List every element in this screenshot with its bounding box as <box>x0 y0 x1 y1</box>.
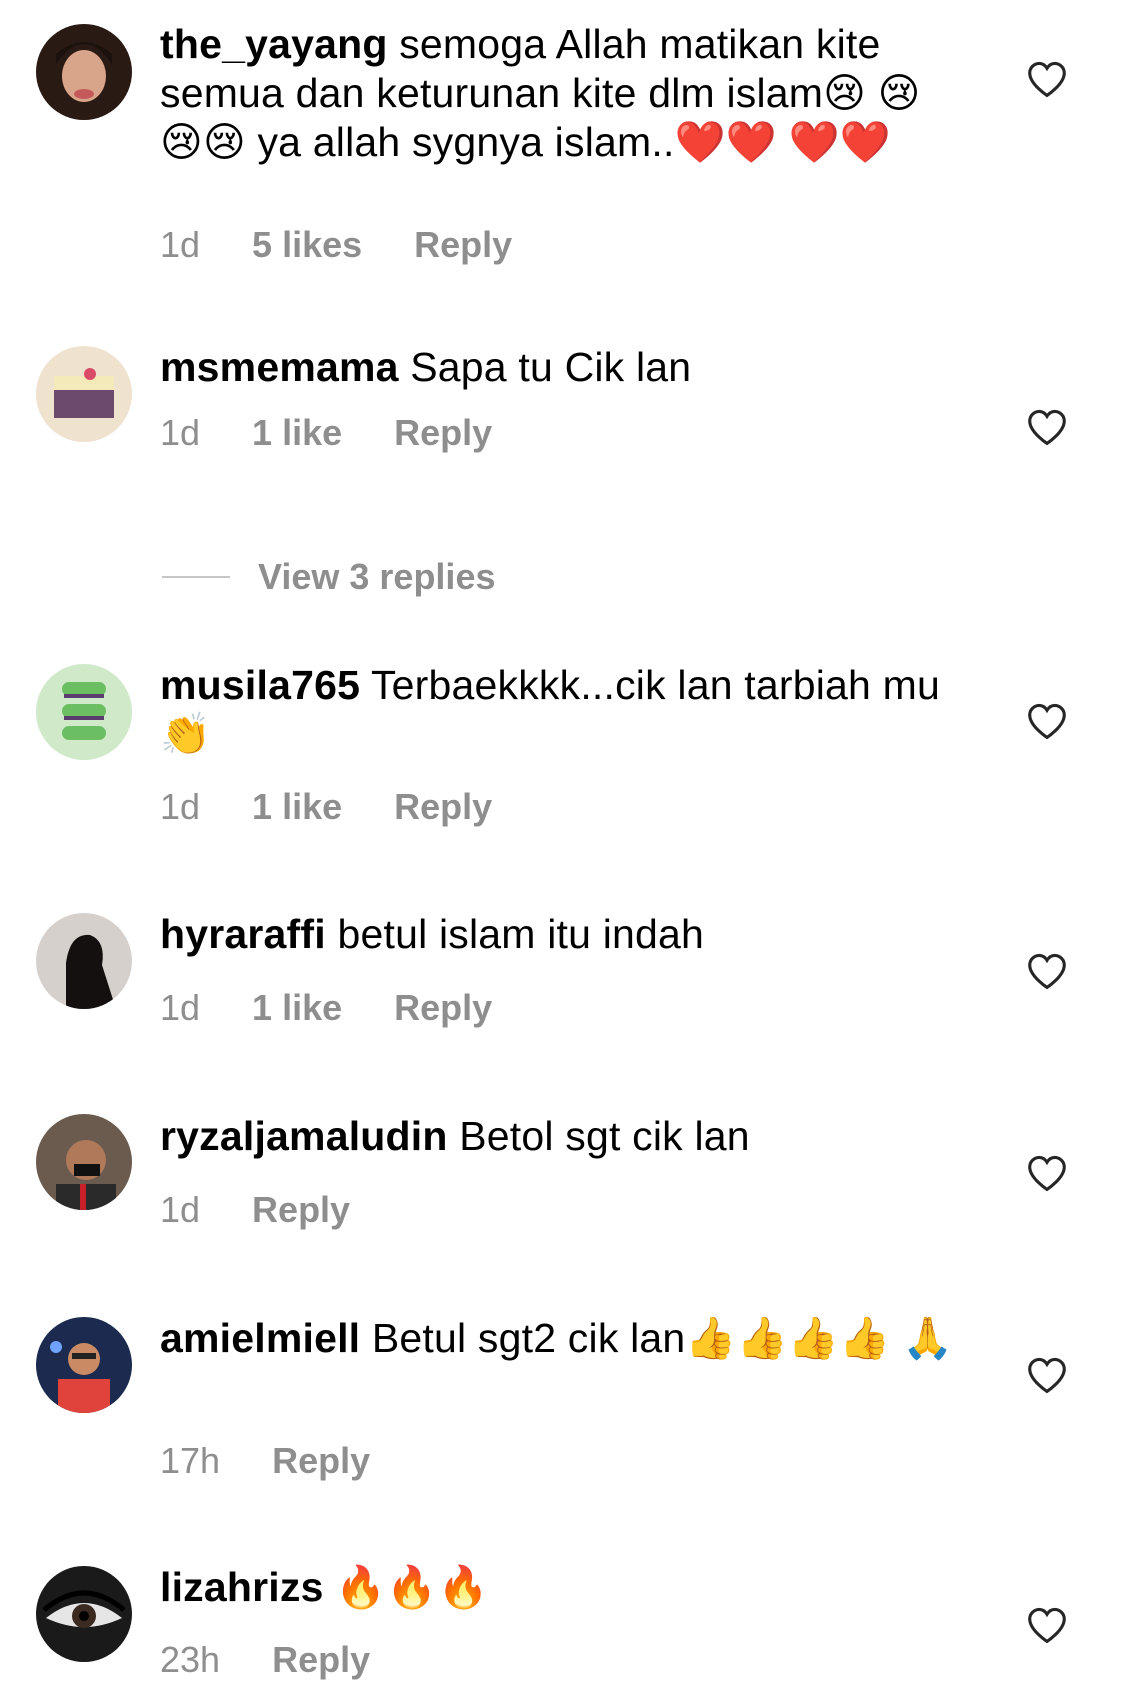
avatar[interactable] <box>36 24 132 120</box>
comment-body: 🔥🔥🔥 <box>335 1564 489 1610</box>
like-heart-icon[interactable] <box>1026 702 1068 740</box>
comment-time: 1d <box>160 1189 201 1230</box>
reply-button[interactable]: Reply <box>394 412 492 454</box>
comment-meta: 1d 5 likes Reply <box>160 224 960 266</box>
comment-username[interactable]: lizahrizs <box>160 1564 324 1610</box>
view-replies-label: View 3 replies <box>258 556 496 597</box>
like-heart-icon[interactable] <box>1026 1356 1068 1394</box>
comment-likes[interactable]: 1 like <box>252 987 342 1029</box>
reply-button[interactable]: Reply <box>394 786 492 828</box>
avatar[interactable] <box>36 346 132 442</box>
comment-meta: 17h Reply <box>160 1440 960 1482</box>
comment-text: musila765 Terbaekkkk...cik lan tarbiah m… <box>160 661 960 759</box>
reply-button[interactable]: Reply <box>272 1440 370 1482</box>
comment-body: Betol sgt cik lan <box>459 1113 750 1159</box>
reply-button[interactable]: Reply <box>272 1639 370 1681</box>
comment-username[interactable]: ryzaljamaludin <box>160 1113 448 1159</box>
comment-username[interactable]: the_yayang <box>160 21 388 67</box>
comment-username[interactable]: amielmiell <box>160 1315 360 1361</box>
comment-text: lizahrizs 🔥🔥🔥 <box>160 1563 960 1612</box>
comment-meta: 23h Reply <box>160 1639 960 1681</box>
comment-meta: 1d 1 like Reply <box>160 412 960 454</box>
comment-time: 1d <box>160 987 201 1028</box>
like-heart-icon[interactable] <box>1026 1606 1068 1644</box>
comment-time: 1d <box>160 224 201 265</box>
like-heart-icon[interactable] <box>1026 60 1068 98</box>
comment-text: amielmiell Betul sgt2 cik lan👍👍👍👍 🙏 <box>160 1314 960 1363</box>
reply-button[interactable]: Reply <box>394 987 492 1029</box>
comment-time: 17h <box>160 1440 221 1481</box>
comment-meta: 1d 1 like Reply <box>160 987 960 1029</box>
comment-body: Betul sgt2 cik lan👍👍👍👍 🙏 <box>371 1315 954 1361</box>
comment-username[interactable]: musila765 <box>160 662 360 708</box>
reply-button[interactable]: Reply <box>252 1189 350 1231</box>
comment-meta: 1d Reply <box>160 1189 960 1231</box>
replies-divider-line <box>162 576 230 578</box>
comment-username[interactable]: hyraraffi <box>160 911 326 957</box>
comment-likes[interactable]: 1 like <box>252 412 342 454</box>
comment-text: ryzaljamaludin Betol sgt cik lan <box>160 1112 960 1161</box>
avatar[interactable] <box>36 1114 132 1210</box>
view-replies-button[interactable]: View 3 replies <box>162 556 495 598</box>
like-heart-icon[interactable] <box>1026 952 1068 990</box>
comment-text: msmemama Sapa tu Cik lan <box>160 343 960 392</box>
comment-time: 1d <box>160 412 201 453</box>
comment-meta: 1d 1 like Reply <box>160 786 960 828</box>
comment-likes[interactable]: 1 like <box>252 786 342 828</box>
like-heart-icon[interactable] <box>1026 1154 1068 1192</box>
avatar[interactable] <box>36 664 132 760</box>
comment-likes[interactable]: 5 likes <box>252 224 362 266</box>
avatar[interactable] <box>36 913 132 1009</box>
avatar[interactable] <box>36 1566 132 1662</box>
comment-text: the_yayang semoga Allah matikan kite sem… <box>160 20 960 167</box>
reply-button[interactable]: Reply <box>414 224 512 266</box>
comment-body: betul islam itu indah <box>337 911 705 957</box>
comment-body: Sapa tu Cik lan <box>410 344 692 390</box>
avatar[interactable] <box>36 1317 132 1413</box>
like-heart-icon[interactable] <box>1026 408 1068 446</box>
comment-text: hyraraffi betul islam itu indah <box>160 910 960 959</box>
comment-username[interactable]: msmemama <box>160 344 399 390</box>
comment-time: 1d <box>160 786 201 827</box>
comment-time: 23h <box>160 1639 221 1680</box>
